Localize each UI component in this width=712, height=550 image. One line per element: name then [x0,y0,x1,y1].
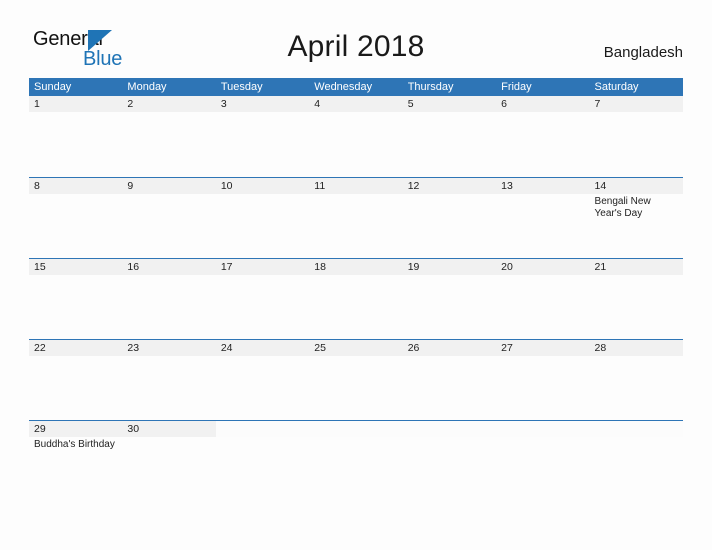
day-number: 22 [29,340,123,356]
calendar-day-cell[interactable]: 21 [589,259,683,339]
day-events: Bengali New Year's Day [590,194,683,220]
calendar-weeks: 1 2 3 4 5 6 7 8 9 10 11 12 13 14 Bengali New Year's Da… [29,96,683,501]
calendar-day-cell[interactable]: 19 [402,259,497,339]
day-number: 18 [309,259,403,275]
day-number: 5 [402,96,497,112]
calendar-day-cell[interactable]: 16 [122,259,216,339]
calendar-week-row: 8 9 10 11 12 13 14 Bengali New Year's Day [29,177,683,258]
calendar-week-row: 22 23 24 25 26 27 28 [29,339,683,420]
page-header: General Blue April 2018 Bangladesh [0,0,712,78]
calendar-week-row: 1234567 [29,96,683,177]
calendar-day-cell[interactable]: 13 [496,178,590,258]
day-number: 14 [589,178,683,194]
calendar-week-cells: 15 16 17 18 19 20 21 [29,259,683,339]
calendar-day-cell[interactable]: 12 [402,178,497,258]
calendar-week-cells: 8 9 10 11 12 13 14 Bengali New Year's Day [29,178,683,258]
day-number: 6 [496,96,590,112]
day-number: 3 [215,96,310,112]
weekday-header-friday: Friday [501,81,532,93]
calendar-day-cell-empty [496,421,590,501]
day-number: 2 [122,96,216,112]
day-number: 24 [215,340,310,356]
calendar-day-cell[interactable]: 8 [29,178,123,258]
calendar-week-cells: 29 Buddha's Birthday 30 [29,421,683,501]
weekday-header-thursday: Thursday [407,81,454,93]
calendar-day-cell[interactable]: 29 Buddha's Birthday [29,421,123,501]
day-number [402,421,497,437]
calendar-day-cell-empty [402,421,497,501]
calendar-week-cells: 1234567 [29,96,683,176]
calendar-day-cell[interactable]: 20 [496,259,590,339]
day-number: 11 [309,178,403,194]
day-number [309,421,403,437]
calendar-day-cell[interactable]: 14 Bengali New Year's Day [589,178,683,258]
calendar-day-cell[interactable]: 30 [122,421,216,501]
calendar-day-cell[interactable]: 3 [215,96,310,176]
holiday-event: Bengali New Year's Day [594,196,651,219]
day-number: 21 [589,259,683,275]
day-number: 12 [402,178,497,194]
calendar-grid: Sunday Monday Tuesday Wednesday Thursday… [29,78,683,501]
day-number [215,421,310,437]
day-number: 17 [215,259,310,275]
calendar-week-cells: 22 23 24 25 26 27 28 [29,340,683,420]
day-number: 7 [589,96,683,112]
day-number: 1 [29,96,123,112]
calendar-day-cell[interactable]: 25 [309,340,403,420]
calendar-day-cell[interactable]: 26 [402,340,497,420]
calendar-day-cell[interactable]: 4 [309,96,403,176]
calendar-day-cell[interactable]: 1 [29,96,123,176]
calendar-day-cell[interactable]: 10 [215,178,310,258]
weekday-header-wednesday: Wednesday [314,81,373,93]
weekday-header-row: Sunday Monday Tuesday Wednesday Thursday… [29,78,683,96]
calendar-day-cell[interactable]: 7 [589,96,683,176]
day-number: 20 [496,259,590,275]
day-number: 10 [215,178,310,194]
day-number: 28 [589,340,683,356]
calendar-day-cell[interactable]: 27 [496,340,590,420]
weekday-header-monday: Monday [127,81,167,93]
calendar-day-cell[interactable]: 24 [215,340,310,420]
day-number [589,421,683,437]
country-label: Bangladesh [603,44,683,61]
calendar-day-cell[interactable]: 6 [496,96,590,176]
day-number: 19 [402,259,497,275]
calendar-week-row: 15 16 17 18 19 20 21 [29,258,683,339]
holiday-event: Buddha's Birthday [34,439,115,450]
day-events: Buddha's Birthday [29,437,122,451]
day-number [496,421,590,437]
calendar-day-cell-empty [589,421,683,501]
calendar-day-cell[interactable]: 17 [215,259,310,339]
day-number: 25 [309,340,403,356]
day-number: 16 [122,259,216,275]
calendar-day-cell[interactable]: 5 [402,96,497,176]
day-number: 13 [496,178,590,194]
day-number: 15 [29,259,123,275]
calendar-day-cell[interactable]: 28 [589,340,683,420]
day-number: 27 [496,340,590,356]
calendar-week-row: 29 Buddha's Birthday 30 [29,420,683,501]
calendar-day-cell-empty [215,421,310,501]
calendar-day-cell[interactable]: 18 [309,259,403,339]
calendar-day-cell[interactable]: 9 [122,178,216,258]
day-number: 30 [122,421,216,437]
calendar-day-cell[interactable]: 11 [309,178,403,258]
weekday-header-sunday: Sunday [34,81,72,93]
calendar-day-cell-empty [309,421,403,501]
day-number: 29 [29,421,123,437]
weekday-header-saturday: Saturday [594,81,639,93]
day-number: 4 [309,96,403,112]
day-number: 9 [122,178,216,194]
day-number: 23 [122,340,216,356]
weekday-header-tuesday: Tuesday [220,81,263,93]
calendar-day-cell[interactable]: 22 [29,340,123,420]
day-number: 8 [29,178,123,194]
calendar-day-cell[interactable]: 15 [29,259,123,339]
day-number: 26 [402,340,497,356]
calendar-day-cell[interactable]: 2 [122,96,216,176]
calendar-page: General Blue April 2018 Bangladesh Sunda… [0,0,712,550]
calendar-day-cell[interactable]: 23 [122,340,216,420]
